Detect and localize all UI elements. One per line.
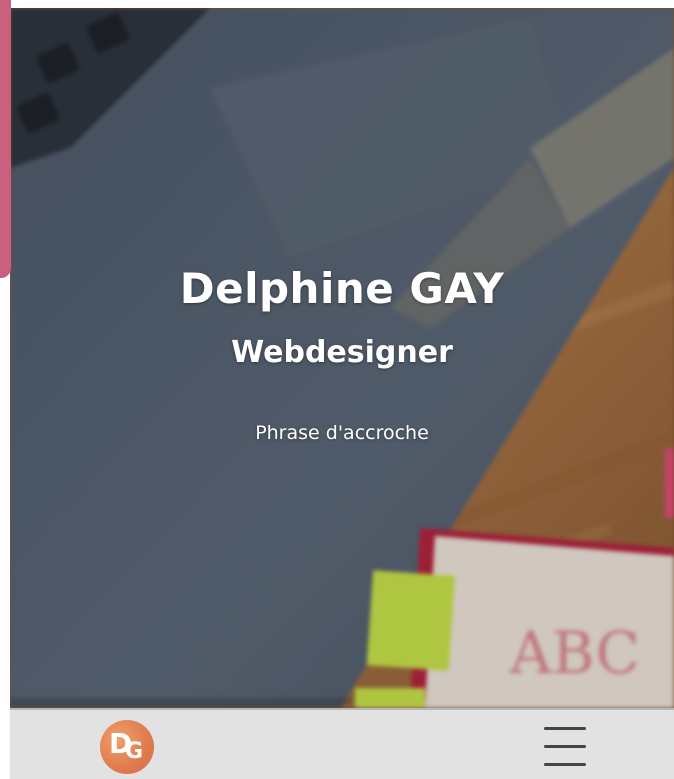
logo-monogram: D G [107, 727, 147, 767]
hero-text-block: Delphine GAY Webdesigner Phrase d'accroc… [10, 263, 674, 445]
hamburger-menu-icon[interactable] [542, 724, 588, 768]
menu-line-top [544, 727, 586, 730]
menu-line-middle [544, 745, 586, 748]
menu-line-bottom [544, 763, 586, 766]
left-accent-bar [0, 0, 11, 278]
bottom-navigation-bar: D G [10, 708, 674, 779]
hero-name: Delphine GAY [179, 264, 505, 313]
page: ABC Delphine GAY Webdesigner Phrase d'ac… [0, 0, 674, 779]
hero-role: Webdesigner [231, 335, 453, 370]
hero-tagline: Phrase d'accroche [255, 422, 429, 444]
logo-letter-g: G [125, 739, 144, 764]
logo[interactable]: D G [100, 720, 154, 774]
hero-section: ABC Delphine GAY Webdesigner Phrase d'ac… [10, 8, 674, 708]
